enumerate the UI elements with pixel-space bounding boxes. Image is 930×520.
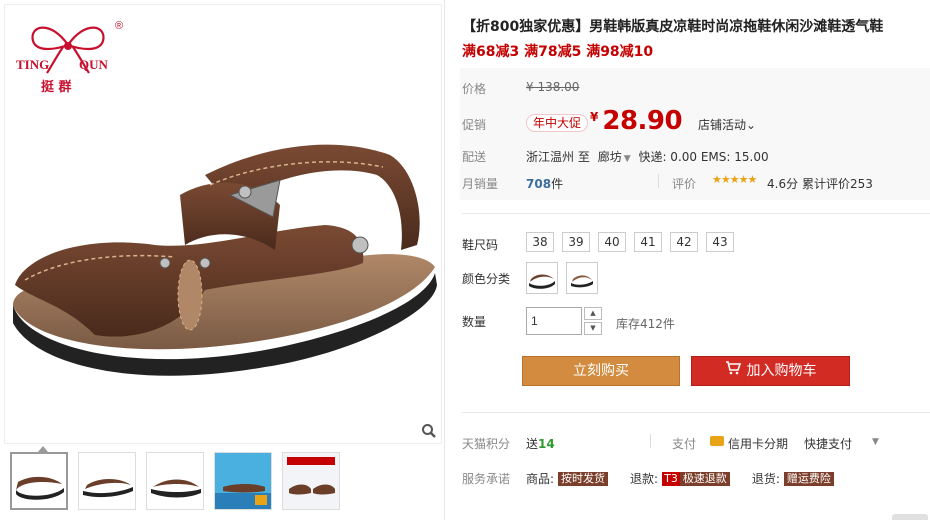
t3-badge[interactable]: T3	[662, 471, 680, 486]
pay-label: 支付	[672, 437, 697, 451]
size-option[interactable]: 43	[706, 232, 734, 252]
buy-now-label: 立刻购买	[573, 363, 629, 379]
size-option[interactable]: 39	[562, 232, 590, 252]
credit-card-icon	[710, 436, 724, 446]
points-label: 天猫积分	[462, 437, 511, 451]
thumbnail-1[interactable]	[10, 452, 68, 510]
promo-tag: 年中大促	[526, 114, 589, 132]
thumbnail-5[interactable]	[282, 452, 340, 510]
product-detail: 【折800独家优惠】男鞋韩版真皮凉鞋时尚凉拖鞋休闲沙滩鞋透气鞋 满68减3 满7…	[460, 0, 930, 520]
points-number: 14	[538, 437, 555, 451]
section-divider	[462, 213, 930, 214]
thumbnail-2[interactable]	[78, 452, 136, 510]
goods-label: 商品:	[526, 472, 555, 486]
add-to-cart-button[interactable]: 加入购物车	[691, 356, 850, 386]
size-label: 鞋尺码	[462, 238, 499, 252]
chevron-down-icon: ▼	[623, 154, 631, 164]
color-option-2[interactable]	[566, 262, 598, 294]
store-activity-label: 店铺活动	[698, 118, 747, 132]
thumbnail-strip	[10, 452, 340, 510]
promo-label: 促销	[462, 118, 487, 132]
color-option-1[interactable]	[526, 262, 558, 294]
scrollbar[interactable]	[892, 514, 928, 520]
service-label: 服务承诺	[462, 472, 511, 486]
product-title: 【折800独家优惠】男鞋韩版真皮凉鞋时尚凉拖鞋休闲沙滩鞋透气鞋	[462, 19, 884, 35]
price-label: 价格	[462, 82, 487, 96]
on-time-delivery-badge[interactable]: 按时发货	[558, 471, 609, 486]
size-option[interactable]: 40	[598, 232, 626, 252]
sandal-image	[13, 144, 437, 376]
section-divider	[462, 412, 930, 413]
size-option[interactable]: 41	[634, 232, 662, 252]
sales-count: 708	[526, 177, 552, 191]
promo-line: 满68减3 满78减5 满98减10	[462, 44, 654, 60]
ship-to: 廊坊	[597, 150, 622, 164]
ship-to-select[interactable]: 廊坊 ▼	[598, 150, 635, 164]
quantity-decrement[interactable]: ▼	[584, 322, 602, 335]
current-price: ¥28.90	[590, 106, 683, 136]
chevron-down-icon: ⌄	[746, 118, 757, 132]
thumbnail-3[interactable]	[146, 452, 204, 510]
shipping-insurance-badge[interactable]: 赠运费险	[783, 471, 834, 486]
rating-value: 4.6分	[767, 177, 799, 191]
zoom-icon[interactable]	[419, 421, 439, 441]
rating-label: 评价	[672, 177, 697, 191]
thumbnail-4[interactable]	[214, 452, 272, 510]
points-value: 送14	[526, 435, 555, 452]
color-label: 颜色分类	[462, 272, 511, 286]
monthly-sales: 708件	[526, 175, 563, 192]
shipping-label: 配送	[462, 150, 487, 164]
cart-icon	[725, 357, 741, 385]
sales-label: 月销量	[462, 177, 499, 191]
card-installment-link[interactable]: 信用卡分期	[728, 435, 788, 452]
ship-from: 浙江温州	[526, 150, 575, 164]
star-icon: ★★★★★	[712, 173, 757, 186]
size-option[interactable]: 38	[526, 232, 554, 252]
quantity-increment[interactable]: ▲	[584, 307, 602, 320]
refund-label: 退款:	[630, 472, 659, 486]
review-count-link[interactable]: 累计评价253	[802, 175, 873, 192]
price-value: 28.90	[602, 106, 683, 136]
points-prefix: 送	[526, 437, 539, 451]
currency-symbol: ¥	[590, 110, 599, 124]
size-options: 38 39 40 41 42 43	[526, 232, 734, 252]
original-price: ¥ 138.00	[526, 80, 580, 94]
shipping-info: 浙江温州 至 廊坊 ▼ 快递: 0.00 EMS: 15.00	[526, 148, 769, 165]
ship-to-word: 至	[577, 150, 590, 164]
return-label: 退货:	[751, 472, 780, 486]
quantity-label: 数量	[462, 315, 487, 329]
sales-unit: 件	[551, 177, 564, 191]
fast-refund-badge[interactable]: 极速退款	[679, 471, 730, 486]
add-to-cart-label: 加入购物车	[746, 363, 817, 379]
ship-fees: 快递: 0.00 EMS: 15.00	[638, 150, 769, 164]
color-options	[526, 262, 598, 294]
product-gallery: ® TING QUN 挺 群	[0, 0, 445, 520]
divider	[658, 174, 659, 188]
quantity-input[interactable]	[526, 307, 582, 335]
size-option[interactable]: 42	[670, 232, 698, 252]
stock-count: 库存412件	[616, 317, 675, 331]
chevron-down-icon[interactable]: ▼	[872, 437, 879, 447]
service-promises: 商品: 按时发货 退款: T3 极速退款 退货: 赠运费险	[526, 470, 834, 487]
store-activity-dropdown[interactable]: 店铺活动⌄	[698, 116, 756, 133]
buy-now-button[interactable]: 立刻购买	[522, 356, 680, 386]
quick-pay-link[interactable]: 快捷支付	[804, 435, 852, 452]
main-product-image[interactable]: ® TING QUN 挺 群	[4, 4, 442, 444]
divider	[650, 434, 651, 448]
